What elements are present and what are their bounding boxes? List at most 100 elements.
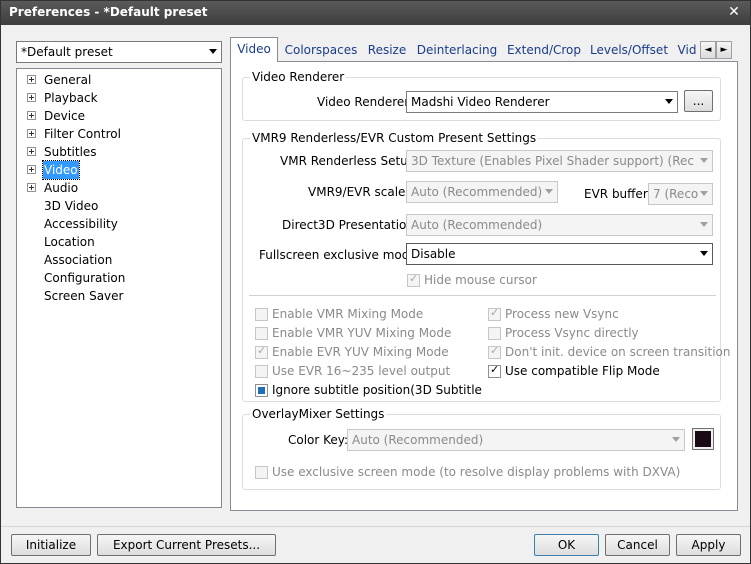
checkmark-icon: ✓ bbox=[490, 306, 500, 319]
tree-item-filter-control[interactable]: Filter Control bbox=[17, 125, 217, 143]
vmr-setup-label: VMR Renderless Setup: bbox=[280, 154, 420, 168]
expand-plus-icon[interactable] bbox=[27, 129, 36, 138]
option-checkbox[interactable] bbox=[255, 365, 268, 378]
tree-item-configuration[interactable]: Configuration bbox=[17, 269, 217, 287]
fullscreen-mode-label: Fullscreen exclusive mode: bbox=[259, 248, 421, 262]
chevron-down-icon bbox=[665, 99, 673, 104]
arrow-left-icon: ◄ bbox=[704, 45, 712, 55]
tree-item-accessibility[interactable]: Accessibility bbox=[17, 215, 217, 233]
evr-buffer-select[interactable]: 7 (Reco bbox=[648, 183, 713, 205]
expand-plus-icon[interactable] bbox=[27, 93, 36, 102]
tab-resize[interactable]: Resize bbox=[365, 39, 409, 61]
fullscreen-mode-value: Disable bbox=[411, 247, 456, 261]
option-label: Use EVR 16~235 level output bbox=[272, 364, 451, 378]
tree-item-association[interactable]: Association bbox=[17, 251, 217, 269]
expand-plus-icon[interactable] bbox=[27, 147, 36, 156]
tree-item-video[interactable]: Video bbox=[17, 160, 217, 180]
option-checkbox[interactable] bbox=[255, 384, 268, 397]
option-checkbox[interactable] bbox=[488, 327, 501, 340]
hide-cursor-checkbox[interactable]: ✓ bbox=[407, 272, 420, 287]
tree-item-3d-video[interactable]: 3D Video bbox=[17, 197, 217, 215]
vmr-setup-select[interactable]: 3D Texture (Enables Pixel Shader support… bbox=[406, 150, 713, 172]
initialize-button[interactable]: Initialize bbox=[11, 534, 91, 556]
tree-item-label: Device bbox=[44, 109, 86, 123]
tree-item-label: Screen Saver bbox=[44, 289, 124, 303]
option-checkbox[interactable] bbox=[255, 327, 268, 340]
tab-extend-crop[interactable]: Extend/Crop bbox=[505, 39, 583, 61]
overlay-group-title: OverlayMixer Settings bbox=[250, 407, 387, 421]
tree-item-device[interactable]: Device bbox=[17, 107, 217, 125]
apply-button[interactable]: Apply bbox=[676, 534, 741, 556]
close-icon[interactable]: ✕ bbox=[724, 3, 744, 21]
tab-vid[interactable]: Vid bbox=[675, 39, 699, 61]
expand-plus-icon[interactable] bbox=[27, 111, 36, 120]
vmr-scaler-select[interactable]: Auto (Recommended) bbox=[406, 181, 558, 203]
ok-label: OK bbox=[557, 538, 576, 552]
color-key-swatch-button[interactable] bbox=[692, 428, 714, 450]
arrow-right-icon: ► bbox=[720, 45, 728, 55]
tab-levels-offset[interactable]: Levels/Offset bbox=[590, 39, 668, 61]
tree-item-label: General bbox=[44, 73, 92, 87]
chevron-down-icon bbox=[545, 189, 553, 194]
tree-item-subtitles[interactable]: Subtitles bbox=[17, 143, 217, 161]
video-renderer-select[interactable]: Madshi Video Renderer bbox=[406, 91, 678, 113]
tree-item-location[interactable]: Location bbox=[17, 233, 217, 251]
option-checkbox[interactable] bbox=[255, 308, 268, 321]
option-label: Enable EVR YUV Mixing Mode bbox=[272, 345, 449, 359]
d3d-presentation-value: Auto (Recommended) bbox=[411, 218, 543, 232]
tab-label: Vid bbox=[677, 43, 697, 57]
tab-video[interactable]: Video bbox=[230, 37, 278, 62]
apply-label: Apply bbox=[691, 538, 726, 552]
tree-item-playback[interactable]: Playback bbox=[17, 89, 217, 107]
checkmark-icon: ✓ bbox=[409, 272, 419, 285]
chevron-down-icon bbox=[700, 251, 708, 256]
footer-divider bbox=[1, 526, 750, 527]
option-label: Enable VMR Mixing Mode bbox=[272, 307, 424, 321]
window-title: Preferences - *Default preset bbox=[9, 5, 208, 19]
export-presets-button[interactable]: Export Current Presets... bbox=[97, 534, 276, 556]
tree-item-label: Association bbox=[44, 253, 113, 267]
option-checkbox[interactable]: ✓ bbox=[255, 344, 268, 359]
vmr-setup-value: 3D Texture (Enables Pixel Shader support… bbox=[411, 154, 694, 168]
preset-select[interactable]: *Default preset bbox=[16, 41, 222, 63]
tree-item-label: 3D Video bbox=[44, 199, 99, 213]
tree-item-general[interactable]: General bbox=[17, 71, 217, 89]
tree-item-label: Playback bbox=[44, 91, 98, 105]
vmr-scaler-label: VMR9/EVR scaler: bbox=[308, 185, 415, 199]
tree-item-screen-saver[interactable]: Screen Saver bbox=[17, 287, 217, 305]
video-renderer-browse-button[interactable]: ... bbox=[684, 90, 713, 112]
tab-colorspaces[interactable]: Colorspaces bbox=[283, 39, 359, 61]
tree-item-label: Audio bbox=[44, 181, 79, 195]
preset-select-value: *Default preset bbox=[21, 45, 113, 59]
tree-item-label: Filter Control bbox=[44, 127, 121, 141]
tree-item-audio[interactable]: Audio bbox=[17, 179, 217, 197]
expand-plus-icon[interactable] bbox=[27, 75, 36, 84]
color-key-value: Auto (Recommended) bbox=[352, 433, 484, 447]
chevron-down-icon bbox=[700, 158, 708, 163]
d3d-presentation-select[interactable]: Auto (Recommended) bbox=[406, 214, 713, 236]
tab-label: Extend/Crop bbox=[506, 43, 582, 57]
tab-label: Resize bbox=[367, 43, 407, 57]
category-tree[interactable]: General Playback Device Filter Control Subti… bbox=[16, 68, 222, 508]
option-checkbox[interactable]: ✓ bbox=[488, 363, 501, 378]
expand-plus-icon[interactable] bbox=[27, 183, 36, 192]
fullscreen-mode-select[interactable]: Disable bbox=[406, 243, 713, 265]
ok-button[interactable]: OK bbox=[534, 534, 599, 556]
d3d-presentation-label: Direct3D Presentation: bbox=[282, 218, 419, 232]
tree-item-label: Accessibility bbox=[44, 217, 118, 231]
option-checkbox[interactable]: ✓ bbox=[488, 344, 501, 359]
color-key-select[interactable]: Auto (Recommended) bbox=[347, 429, 685, 451]
tab-deinterlacing[interactable]: Deinterlacing bbox=[416, 39, 498, 61]
cancel-button[interactable]: Cancel bbox=[605, 534, 670, 556]
tree-item-label: Configuration bbox=[44, 271, 126, 285]
chevron-down-icon bbox=[700, 191, 708, 196]
tab-scroll-right-button[interactable]: ► bbox=[716, 41, 732, 59]
title-bar[interactable]: Preferences - *Default preset ✕ bbox=[1, 1, 750, 25]
expand-plus-icon[interactable] bbox=[27, 165, 36, 174]
tab-scroll-left-button[interactable]: ◄ bbox=[700, 41, 716, 59]
vmr9-group-title: VMR9 Renderless/EVR Custom Present Setti… bbox=[250, 131, 539, 145]
export-label: Export Current Presets... bbox=[112, 538, 261, 552]
option-checkbox[interactable]: ✓ bbox=[488, 306, 501, 321]
exclusive-screen-checkbox[interactable] bbox=[255, 466, 268, 479]
video-tab-panel: Video Renderer Video Renderer: Madshi Vi… bbox=[230, 61, 738, 511]
